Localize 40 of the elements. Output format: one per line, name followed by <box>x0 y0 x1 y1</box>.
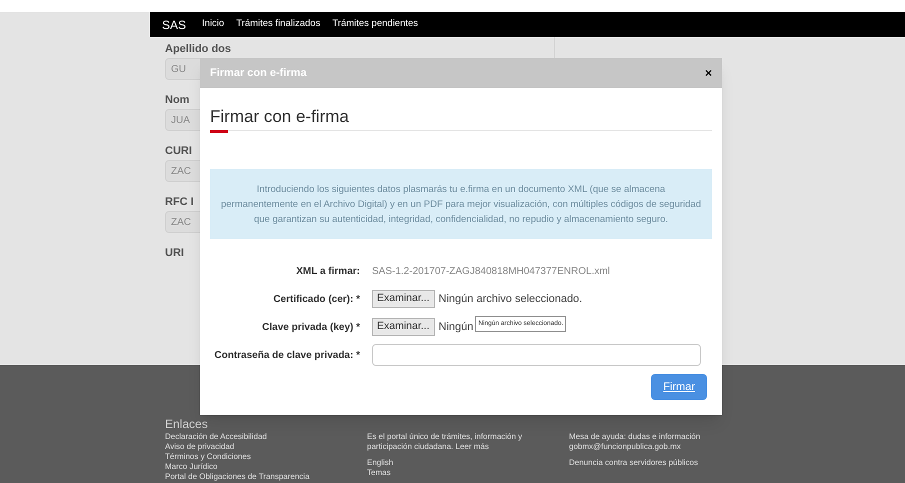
footer-link[interactable]: Temas <box>367 468 557 478</box>
form-label: XML a firmar: <box>296 264 360 278</box>
browse-button[interactable]: Examinar... <box>372 318 435 336</box>
modal-title: Firmar con e-firma <box>210 107 349 126</box>
footer-link[interactable]: Declaración de Accesibilidad <box>165 432 355 442</box>
password-field[interactable] <box>372 344 701 366</box>
footer-link[interactable]: Portal de Obligaciones de Transparencia <box>165 472 355 482</box>
file-status: Ningún <box>438 320 474 335</box>
footer-link[interactable]: English <box>367 458 557 468</box>
footer-link[interactable]: Marco Jurídico <box>165 462 355 472</box>
footer-link[interactable]: Es el portal único de trámites, información y participación ciudadana. Leer más <box>367 432 557 452</box>
field-label: Apellido dos <box>165 42 231 57</box>
footer-link[interactable]: Mesa de ayuda: dudas e información gobmx@funcionpublica.gob.mx <box>569 432 759 452</box>
nav-link[interactable]: Trámites pendientes <box>332 17 418 32</box>
title-underline <box>210 130 228 133</box>
info-text: Introduciendo los siguientes datos plasmarás tu e.firma en un documento XML (que se almacena permanentemente en el Archivo Digital) y en un PDF para mejor visualización, con múltiples códigos de seguridad que garantizan su autenticidad, integridad, confidencialidad, no repudio y almacenamiento seguro. <box>220 182 702 226</box>
modal-header-title: Firmar con e-firma <box>210 66 307 81</box>
footer-link[interactable]: Denuncia contra servidores públicos <box>569 458 759 468</box>
field-label: CURI <box>165 144 192 159</box>
footer-link[interactable]: Términos y Condiciones <box>165 452 355 462</box>
field-label: Nom <box>165 93 190 108</box>
field-label: RFC I <box>165 195 194 210</box>
field-value: ZAC <box>171 164 191 178</box>
nav-link[interactable]: Trámites finalizados <box>236 17 320 32</box>
submit-button[interactable]: Firmar <box>651 374 707 400</box>
footer-heading: Enlaces <box>165 417 208 431</box>
nav-link[interactable]: Inicio <box>202 17 224 32</box>
field-value: ZAC <box>171 216 191 230</box>
form-label: Contraseña de clave privada: * <box>214 348 360 362</box>
field-label: URI <box>165 246 184 261</box>
form-label: Clave privada (key) * <box>262 320 360 334</box>
footer-link[interactable]: Aviso de privacidad <box>165 442 355 452</box>
close-button[interactable]: × <box>704 64 712 82</box>
file-name: SAS-1.2-201707-ZAGJ840818MH047377ENROL.xml <box>372 264 610 278</box>
field-value: JUA <box>171 114 190 128</box>
browse-button[interactable]: Examinar... <box>372 290 435 308</box>
file-status: Ningún archivo seleccionado. <box>438 292 582 307</box>
field-value: GU <box>171 62 186 76</box>
brand-text[interactable]: SAS <box>162 16 186 34</box>
form-label: Certificado (cer): * <box>273 292 360 306</box>
